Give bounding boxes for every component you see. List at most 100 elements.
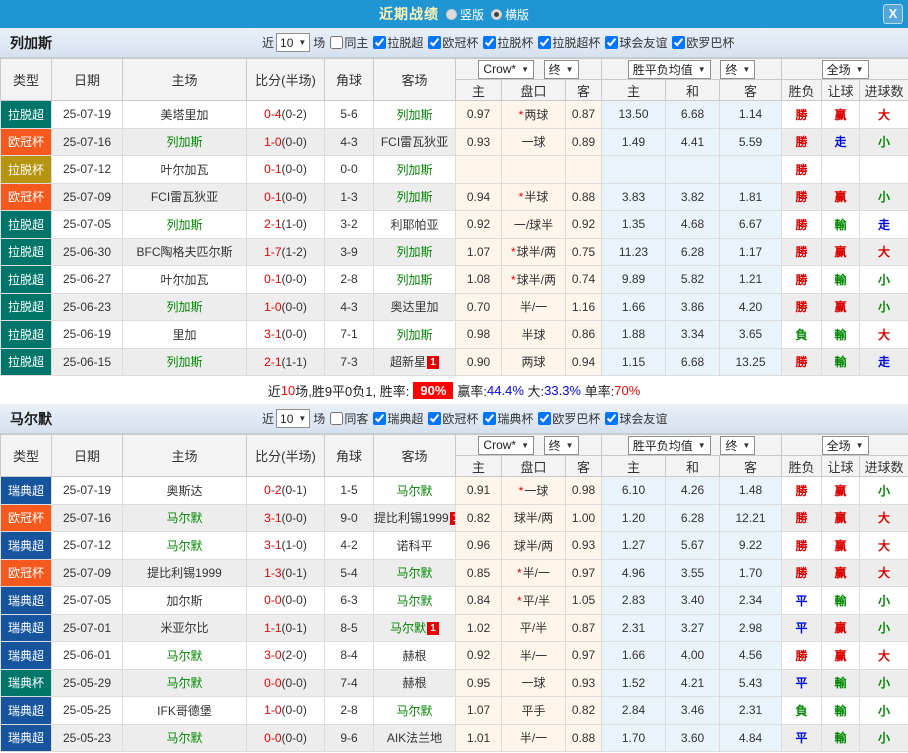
- league-label: 瑞典超: [387, 411, 424, 426]
- corner-score: 6-3: [324, 586, 374, 615]
- summary-text: 近: [267, 383, 281, 399]
- league-filter[interactable]: 瑞典超: [373, 410, 423, 427]
- avg-odds-select[interactable]: 胜平负均值 ▼: [627, 435, 711, 455]
- home-team-name: 马尔默: [166, 676, 203, 691]
- bookmaker-select[interactable]: Crow* ▼: [478, 59, 535, 79]
- scope-select[interactable]: 全场 ▼: [821, 59, 869, 79]
- home-team: 叶尔加瓦: [122, 265, 247, 294]
- result-text: 勝: [795, 107, 808, 122]
- league-checkbox[interactable]: [538, 411, 552, 425]
- league-filter[interactable]: 欧冠杯: [428, 34, 478, 51]
- league-type-badge: 欧冠杯: [0, 558, 52, 587]
- avg-time-select[interactable]: 终 ▼: [720, 59, 756, 79]
- close-icon[interactable]: X: [883, 4, 903, 24]
- league-filter[interactable]: 球会友谊: [605, 410, 667, 427]
- result-text: 勝: [795, 245, 808, 260]
- red-card-badge: 1: [427, 622, 439, 636]
- match-row: 欧冠杯 25-07-09 提比利锡1999 1-3(0-1) 5-4 马尔默 0.85 *半/…: [0, 558, 908, 587]
- league-filter[interactable]: 欧冠杯: [428, 410, 478, 427]
- layout-radio-horizontal[interactable]: 横版: [491, 6, 529, 23]
- home-team-name: 叶尔加瓦: [160, 162, 209, 177]
- goals-result: [859, 155, 908, 184]
- same-venue-filter[interactable]: 同客: [330, 410, 368, 427]
- league-filter[interactable]: 瑞典杯: [483, 410, 533, 427]
- league-checkbox[interactable]: [373, 35, 387, 49]
- match-row: 拉脱超 25-07-19 美塔里加 0-4(0-2) 5-6 列加斯 0.97 *两球 0.87…: [0, 100, 908, 129]
- corner-score: 4-2: [324, 531, 374, 560]
- avg-home: 1.35: [601, 210, 666, 239]
- league-type-badge: 瑞典超: [0, 723, 52, 752]
- handicap-result: 赢: [821, 237, 861, 266]
- match-row: 瑞典超 25-07-12 马尔默 3-1(1-0) 4-2 诺科平 0.96 球半/两 0.93…: [0, 531, 908, 560]
- league-checkbox[interactable]: [605, 35, 619, 49]
- odds-group-header: Crow* ▼ 终 ▼: [455, 58, 602, 80]
- league-type-badge: 瑞典超: [0, 696, 52, 725]
- odds-away: 0.87: [565, 613, 602, 642]
- league-checkbox[interactable]: [428, 35, 442, 49]
- odds-time-select[interactable]: 终 ▼: [543, 59, 579, 79]
- league-type-badge: 欧冠杯: [0, 182, 52, 211]
- score: 1-0(0-0): [246, 127, 325, 156]
- odds-group-header: Crow* ▼ 终 ▼: [455, 434, 602, 456]
- league-label: 瑞典杯: [497, 411, 534, 426]
- league-checkbox[interactable]: [483, 411, 497, 425]
- league-label: 欧冠杯: [442, 35, 479, 50]
- league-filter[interactable]: 欧罗巴杯: [538, 410, 600, 427]
- same-venue-filter[interactable]: 同主: [330, 34, 368, 51]
- away-team-name: 赫根: [402, 648, 427, 663]
- league-filter[interactable]: 拉脱超: [373, 34, 423, 51]
- goals-result-text: 小: [878, 300, 891, 315]
- league-checkbox[interactable]: [428, 411, 442, 425]
- handicap-result-text: 赢: [834, 300, 847, 315]
- odds-time-select[interactable]: 终 ▼: [543, 435, 579, 455]
- radio-label: 横版: [505, 7, 530, 22]
- league-checkbox[interactable]: [605, 411, 619, 425]
- away-team: 列加斯: [373, 237, 456, 266]
- result-text: 勝: [795, 538, 808, 553]
- odds-away: 0.74: [565, 265, 602, 294]
- layout-radio-vertical[interactable]: 竖版: [445, 6, 484, 23]
- goals-result: 大: [859, 237, 908, 266]
- league-checkbox[interactable]: [672, 35, 686, 49]
- avg-home: 2.84: [601, 696, 666, 725]
- corner-score: 2-8: [324, 265, 374, 294]
- chevron-down-icon: ▼: [565, 64, 574, 74]
- league-label: 球会友谊: [619, 411, 668, 426]
- asterisk-marker: *: [510, 272, 516, 287]
- avg-odds-select[interactable]: 胜平负均值 ▼: [627, 59, 711, 79]
- bookmaker-select[interactable]: Crow* ▼: [478, 435, 535, 455]
- same-venue-checkbox[interactable]: [330, 36, 344, 49]
- avg-away: 5.59: [718, 127, 783, 156]
- select-value: 终: [725, 438, 738, 453]
- avg-away: 2.31: [718, 696, 783, 725]
- summary-text: 10: [280, 382, 296, 398]
- league-filter[interactable]: 欧罗巴杯: [672, 34, 734, 51]
- league-filter[interactable]: 球会友谊: [605, 34, 667, 51]
- col-score: 比分(半场): [246, 58, 325, 101]
- subcol-result: 胜负: [781, 455, 823, 477]
- match-count-select[interactable]: 10 ▼: [276, 33, 311, 52]
- odds-away: 0.88: [565, 723, 602, 752]
- scope-select[interactable]: 全场 ▼: [821, 435, 869, 455]
- avg-time-select[interactable]: 终 ▼: [720, 435, 756, 455]
- result: 勝: [781, 155, 823, 184]
- same-venue-checkbox[interactable]: [330, 412, 344, 425]
- fulltime-score: 0-4: [264, 107, 282, 122]
- match-count-select[interactable]: 10 ▼: [276, 409, 311, 428]
- avg-away: 2.34: [718, 586, 783, 615]
- goals-result: 小: [859, 265, 908, 294]
- away-team-name: AIK法兰地: [386, 731, 443, 746]
- avg-home: 1.52: [601, 668, 666, 697]
- league-checkbox[interactable]: [538, 35, 552, 49]
- asterisk-marker: *: [516, 593, 522, 608]
- summary-text: 44.4%: [487, 382, 524, 398]
- odds-away: 0.93: [565, 668, 602, 697]
- league-filter[interactable]: 拉脱杯: [483, 34, 533, 51]
- league-filter[interactable]: 拉脱超杯: [538, 34, 600, 51]
- odds-away: 1.00: [565, 503, 602, 532]
- league-checkbox[interactable]: [373, 411, 387, 425]
- goals-result-text: 小: [878, 676, 891, 691]
- home-team-name: 美塔里加: [160, 107, 209, 122]
- handicap-result: 赢: [821, 182, 861, 211]
- league-checkbox[interactable]: [483, 35, 497, 49]
